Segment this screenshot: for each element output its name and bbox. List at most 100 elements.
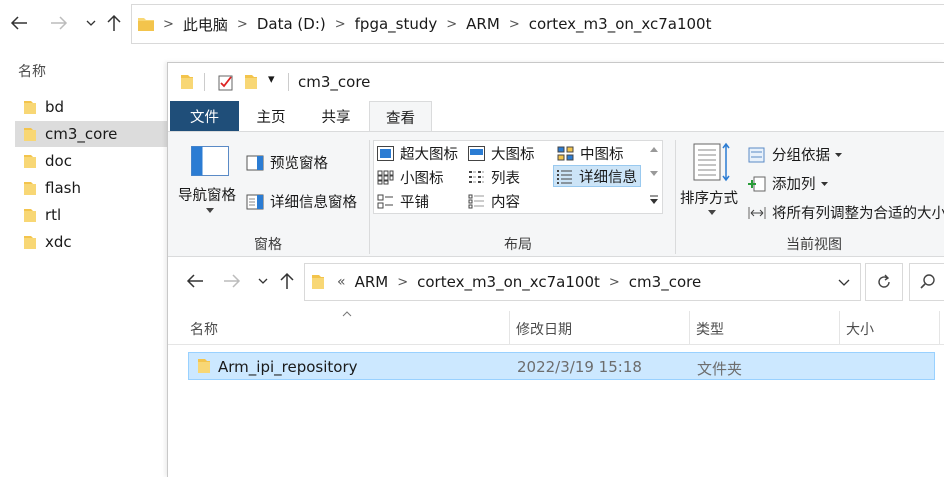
- file-type: 文件夹: [697, 360, 743, 378]
- tab-view[interactable]: 查看: [369, 101, 432, 132]
- gallery-scroll-up-icon[interactable]: [650, 147, 658, 152]
- layout-extra-large-icons[interactable]: 超大图标: [377, 142, 458, 164]
- new-folder-icon[interactable]: [244, 74, 258, 90]
- file-row[interactable]: Arm_ipi_repository 2022/3/19 15:18 文件夹: [188, 352, 935, 380]
- window-title: cm3_core: [298, 73, 371, 91]
- navigation-pane-icon: [191, 146, 229, 176]
- sort-by-button[interactable]: 排序方式: [680, 138, 744, 234]
- back-button[interactable]: [184, 270, 206, 292]
- up-button[interactable]: [276, 270, 298, 292]
- properties-check-icon[interactable]: [218, 74, 234, 91]
- recent-locations-button[interactable]: [80, 12, 102, 34]
- tree-item-rtl[interactable]: rtl: [15, 202, 167, 228]
- breadcrumb-item[interactable]: 此电脑: [183, 14, 228, 35]
- breadcrumb-item[interactable]: cm3_core: [629, 273, 701, 291]
- caret-down-icon: [206, 208, 214, 213]
- tree-item-doc[interactable]: doc: [15, 148, 167, 174]
- group-separator: [675, 140, 676, 254]
- folder-icon: [24, 235, 36, 249]
- caret-down-icon: [820, 181, 828, 186]
- navigation-row: « ARM > cortex_m3_on_xc7a100t > cm3_core: [168, 257, 944, 305]
- tree-item-label: bd: [45, 98, 65, 116]
- breadcrumb-item[interactable]: ARM: [466, 15, 500, 33]
- column-divider[interactable]: [839, 311, 840, 345]
- group-by-button[interactable]: 分组依据: [748, 144, 842, 165]
- up-arrow-icon: [280, 272, 294, 289]
- column-header-type[interactable]: 类型: [696, 319, 724, 339]
- back-button[interactable]: [8, 12, 30, 34]
- folder-icon: [24, 127, 36, 141]
- layout-group-label: 布局: [504, 237, 532, 253]
- tab-file[interactable]: 文件: [170, 101, 239, 131]
- sort-by-icon: [693, 142, 730, 182]
- tab-home[interactable]: 主页: [239, 101, 303, 131]
- large-icons-icon: [468, 145, 485, 161]
- folder-icon: [24, 181, 36, 195]
- sort-ascending-caret-icon: [342, 311, 352, 317]
- preview-pane-icon: [246, 155, 264, 170]
- address-bar[interactable]: « ARM > cortex_m3_on_xc7a100t > cm3_core: [304, 263, 861, 301]
- folder-icon: [24, 100, 36, 114]
- tree-item-label: rtl: [45, 206, 62, 224]
- layout-list[interactable]: 列表: [468, 166, 520, 188]
- folder-icon: [24, 208, 36, 222]
- search-box[interactable]: [909, 263, 944, 301]
- content-view-icon: [468, 194, 484, 208]
- column-header-name[interactable]: 名称: [190, 319, 218, 339]
- breadcrumb-separator: >: [397, 274, 409, 290]
- forward-button[interactable]: [221, 270, 243, 292]
- layout-tiles[interactable]: 平铺: [377, 190, 429, 212]
- layout-large-icons[interactable]: 大图标: [468, 142, 535, 164]
- forward-button[interactable]: [48, 12, 70, 34]
- gallery-scroll-down-icon[interactable]: [650, 171, 658, 176]
- up-button[interactable]: [103, 12, 125, 34]
- explorer-window: ▾ cm3_core 文件 主页 共享 查看 导航窗格 预览窗格 详细信息窗格 …: [167, 62, 944, 477]
- breadcrumb-item[interactable]: cortex_m3_on_xc7a100t: [417, 273, 600, 291]
- background-column-name[interactable]: 名称: [18, 61, 46, 81]
- breadcrumb-separator: >: [163, 16, 174, 32]
- breadcrumb-overflow[interactable]: «: [337, 274, 346, 290]
- background-address-bar[interactable]: > 此电脑 > Data (D:) > fpga_study > ARM > c…: [131, 4, 944, 44]
- back-arrow-icon: [186, 274, 203, 288]
- breadcrumb-separator: >: [608, 274, 620, 290]
- layout-item-label: 小图标: [400, 170, 444, 187]
- tree-item-xdc[interactable]: xdc: [15, 229, 167, 255]
- file-name: Arm_ipi_repository: [218, 358, 358, 376]
- extra-large-icons-icon: [377, 145, 394, 161]
- breadcrumb-item[interactable]: cortex_m3_on_xc7a100t: [529, 15, 712, 33]
- qat-customize-dropdown[interactable]: ▾: [268, 72, 275, 87]
- column-header-size[interactable]: 大小: [846, 319, 874, 339]
- layout-medium-icons[interactable]: 中图标: [557, 142, 624, 164]
- column-divider[interactable]: [689, 311, 690, 345]
- folder-icon: [181, 75, 193, 89]
- preview-pane-button[interactable]: 预览窗格: [246, 152, 328, 173]
- size-all-columns-button[interactable]: 将所有列调整为合适的大小: [748, 202, 944, 223]
- layout-content[interactable]: 内容: [468, 190, 520, 212]
- tree-item-bd[interactable]: bd: [15, 94, 167, 120]
- folder-icon: [24, 154, 36, 168]
- tab-share[interactable]: 共享: [303, 101, 369, 131]
- medium-icons-icon: [557, 146, 574, 160]
- recent-locations-button[interactable]: [252, 270, 274, 292]
- column-divider[interactable]: [509, 311, 510, 345]
- navigation-pane-button[interactable]: 导航窗格: [178, 138, 244, 234]
- details-pane-button[interactable]: 详细信息窗格: [246, 191, 357, 212]
- breadcrumb-separator: >: [334, 16, 346, 32]
- add-columns-button[interactable]: 添加列: [748, 173, 828, 194]
- refresh-button[interactable]: [865, 263, 903, 301]
- address-dropdown-chevron-icon[interactable]: [838, 279, 850, 287]
- gallery-expand-icon[interactable]: [649, 195, 659, 204]
- tree-item-cm3-core[interactable]: cm3_core: [15, 121, 167, 147]
- chevron-down-icon: [86, 20, 96, 26]
- tree-item-label: xdc: [45, 233, 72, 251]
- layout-details[interactable]: 详细信息: [553, 165, 641, 187]
- breadcrumb-item[interactable]: fpga_study: [355, 15, 438, 33]
- column-header-modified[interactable]: 修改日期: [516, 319, 572, 339]
- breadcrumb-item[interactable]: ARM: [355, 273, 389, 291]
- layout-small-icons[interactable]: 小图标: [377, 166, 444, 188]
- details-view-icon: [557, 169, 572, 184]
- breadcrumb-item[interactable]: Data (D:): [257, 15, 326, 33]
- folder-icon: [138, 18, 154, 31]
- column-divider[interactable]: [939, 311, 940, 345]
- tree-item-flash[interactable]: flash: [15, 175, 167, 201]
